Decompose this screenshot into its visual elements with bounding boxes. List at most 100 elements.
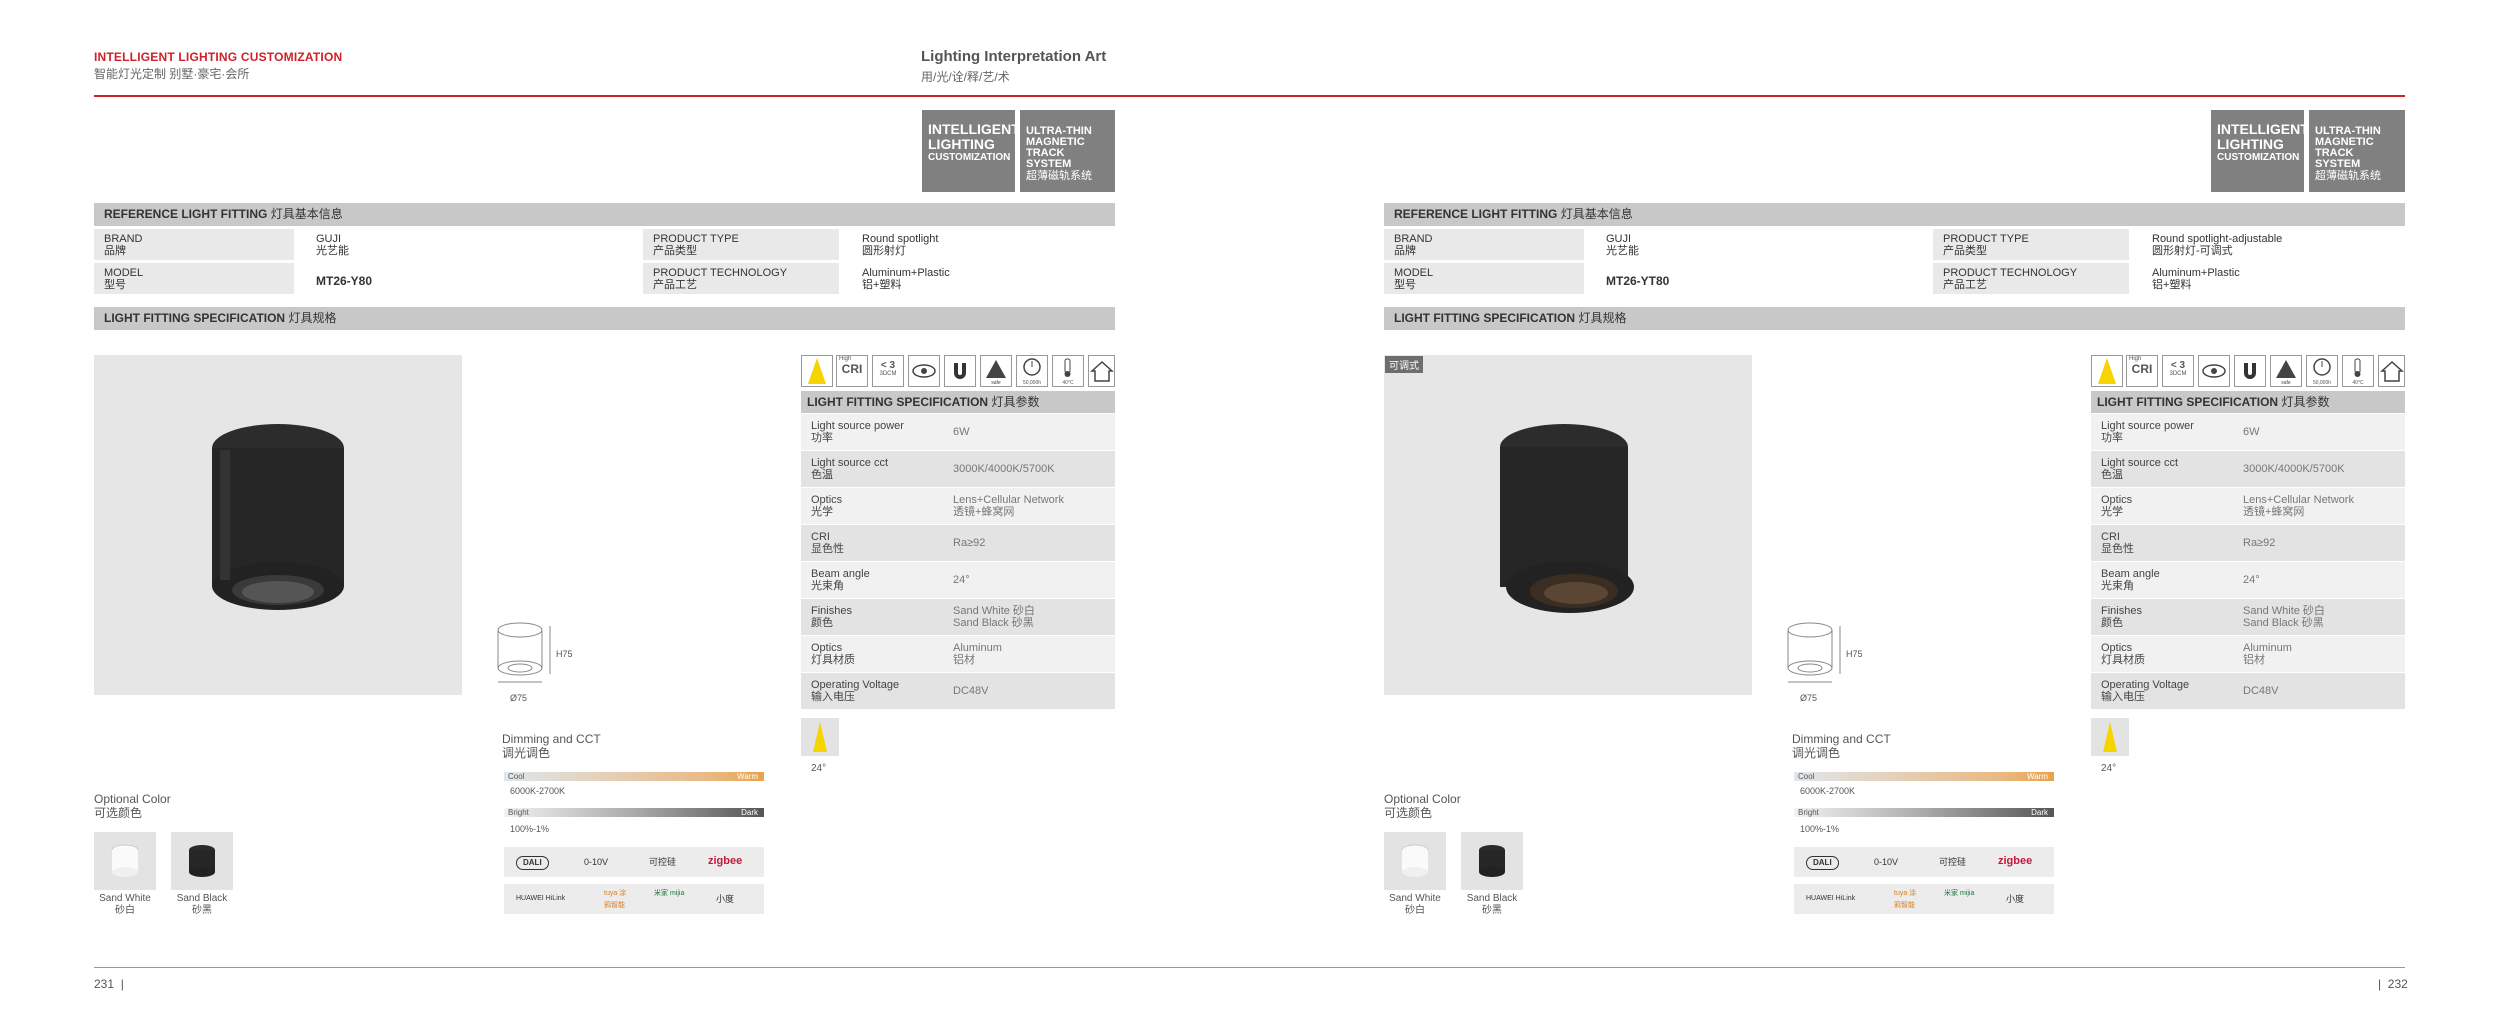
page-number-right: | 232: [2378, 977, 2408, 991]
model-label: MODEL 型号: [94, 263, 294, 294]
spec-row: Optics 灯具材质 Aluminum 铝材: [801, 636, 1115, 672]
dim-height-label: H75: [1846, 649, 1863, 659]
dim-range: 100%-1%: [1800, 824, 1840, 834]
cct-range: 6000K-2700K: [510, 786, 566, 796]
spec-row: Light source cct 色温 3000K/4000K/5700K: [801, 451, 1115, 487]
beam-icon: [801, 355, 833, 387]
lifetime-icon: 50,000h: [1016, 355, 1048, 387]
dimension-drawing: [1787, 622, 1841, 683]
spec-row: Finishes 颜色 Sand White 砂白 Sand Black 砂黑: [2091, 599, 2405, 635]
page-number-left: 231 |: [94, 977, 124, 991]
header-brand-subtitle: 智能灯光定制 别墅·豪宅·会所: [94, 67, 250, 81]
brightness-gradient-bar: Bright Dark: [504, 808, 764, 817]
header-center-subtitle: 用/光/诠/释/艺/术: [921, 70, 1010, 84]
spec-table-right: Light source power 功率 6W Light source cct…: [2091, 414, 2405, 710]
eye-icon: [908, 355, 940, 387]
ugr-icon: < 3 3DCM: [2162, 355, 2194, 387]
spec-row: Finishes 颜色 Sand White 砂白 Sand Black 砂黑: [801, 599, 1115, 635]
model-value: MT26-Y80: [316, 274, 373, 288]
temperature-icon: 40°C: [2342, 355, 2374, 387]
footer-rule: [94, 967, 2405, 968]
spec-table-title: LIGHT FITTING SPECIFICATION 灯具参数: [2091, 391, 2405, 413]
black-spotlight-image: [212, 424, 344, 610]
sand-white-swatch: [94, 832, 156, 890]
cct-gradient-bar: Cool Warm: [504, 772, 764, 781]
beam-angle-icon: [2091, 718, 2129, 756]
sand-black-swatch: [171, 832, 233, 890]
product-type-label: PRODUCT TYPE 产品类型: [643, 229, 839, 260]
protocol-logos: DALI 0-10V 可控硅 zigbee: [1794, 847, 2054, 877]
cct-range: 6000K-2700K: [1800, 786, 1856, 796]
product-tech-value: Aluminum+Plastic 铝+塑料: [862, 267, 950, 291]
brand-value: GUJI 光艺能: [1606, 233, 1639, 257]
optional-color-title: Optional Color 可选颜色: [1384, 792, 1461, 820]
spec-row: CRI 显色性 Ra≥92: [801, 525, 1115, 561]
sand-black-label: Sand Black 砂黑: [176, 893, 228, 916]
spec-section-bar: LIGHT FITTING SPECIFICATION 灯具规格: [1384, 307, 2405, 330]
dim-height-label: H75: [556, 649, 573, 659]
beam-angle-label: 24°: [2101, 763, 2117, 774]
beam-icon: [2091, 355, 2123, 387]
brand-label: BRAND 品牌: [1384, 229, 1584, 260]
spec-row: Light source power 功率 6W: [2091, 414, 2405, 450]
header-center-title: Lighting Interpretation Art: [921, 48, 1107, 65]
header-red-rule: [94, 95, 2405, 97]
spec-table-left: Light source power 功率 6W Light source cct…: [801, 414, 1115, 710]
spec-row: Optics 光学 Lens+Cellular Network 透镜+蜂窝网: [801, 488, 1115, 524]
magnet-icon: [944, 355, 976, 387]
model-value: MT26-YT80: [1606, 274, 1670, 288]
spec-row: Beam angle 光束角 24°: [2091, 562, 2405, 598]
spec-row: Light source power 功率 6W: [801, 414, 1115, 450]
lifetime-icon: 50,000h: [2306, 355, 2338, 387]
dimming-title: Dimming and CCT 调光调色: [502, 732, 601, 760]
spec-row: Optics 光学 Lens+Cellular Network 透镜+蜂窝网: [2091, 488, 2405, 524]
cri-icon: High CRI: [836, 355, 868, 387]
product-tech-label: PRODUCT TECHNOLOGY 产品工艺: [643, 263, 839, 294]
spec-row: Light source cct 色温 3000K/4000K/5700K: [2091, 451, 2405, 487]
magnet-icon: [2234, 355, 2266, 387]
reference-section-bar: REFERENCE LIGHT FITTING 灯具基本信息: [94, 203, 1115, 226]
eye-icon: [2198, 355, 2230, 387]
dim-range: 100%-1%: [510, 824, 550, 834]
header-brand-title: INTELLIGENT LIGHTING CUSTOMIZATION: [94, 50, 343, 64]
product-type-value: Round spotlight-adjustable 圆形射灯-可调式: [2152, 233, 2283, 257]
product-photo: [1384, 355, 1752, 695]
spec-section-bar: LIGHT FITTING SPECIFICATION 灯具规格: [94, 307, 1115, 330]
cri-icon: High CRI: [2126, 355, 2158, 387]
svg-text:safe: safe: [2281, 380, 2291, 386]
optional-color-title: Optional Color 可选颜色: [94, 792, 171, 820]
safe-icon: safe: [980, 355, 1012, 387]
spec-row: Beam angle 光束角 24°: [801, 562, 1115, 598]
product-tech-label: PRODUCT TECHNOLOGY 产品工艺: [1933, 263, 2129, 294]
model-label: MODEL 型号: [1384, 263, 1584, 294]
adjustable-tag: 可调式: [1385, 356, 1423, 373]
platform-logos: HUAWEI HiLink tuya 涂鸦智能 米家 mijia 小度: [504, 884, 764, 914]
ugr-icon: < 3 3DCM: [872, 355, 904, 387]
sand-white-label: Sand White 砂白: [99, 893, 151, 916]
spec-row: CRI 显色性 Ra≥92: [2091, 525, 2405, 561]
product-type-label: PRODUCT TYPE 产品类型: [1933, 229, 2129, 260]
cct-gradient-bar: Cool Warm: [1794, 772, 2054, 781]
track-system-badge: ULTRA-THIN MAGNETIC TRACK SYSTEM 超薄磁轨系统: [1020, 110, 1115, 192]
product-type-value: Round spotlight 圆形射灯: [862, 233, 939, 257]
spec-table-title: LIGHT FITTING SPECIFICATION 灯具参数: [801, 391, 1115, 413]
spec-row: Operating Voltage 输入电压 DC48V: [801, 673, 1115, 709]
protocol-logos: DALI 0-10V 可控硅 zigbee: [504, 847, 764, 877]
spec-row: Operating Voltage 输入电压 DC48V: [2091, 673, 2405, 709]
safe-icon: safe: [2270, 355, 2302, 387]
product-photo: [94, 355, 462, 695]
product-tech-value: Aluminum+Plastic 铝+塑料: [2152, 267, 2240, 291]
sand-white-label: Sand White 砂白: [1389, 893, 1441, 916]
indoor-house-icon: [1088, 355, 1115, 387]
platform-logos: HUAWEI HiLink tuya 涂鸦智能 米家 mijia 小度: [1794, 884, 2054, 914]
temperature-icon: 40°C: [1052, 355, 1084, 387]
dimension-drawing: [497, 622, 551, 683]
dim-diameter-label: Ø75: [510, 693, 528, 703]
reference-section-bar: REFERENCE LIGHT FITTING 灯具基本信息: [1384, 203, 2405, 226]
intelligent-badge: INTELLIGENT LIGHTING CUSTOMIZATION: [922, 110, 1020, 192]
beam-angle-label: 24°: [811, 763, 827, 774]
intelligent-badge: INTELLIGENT LIGHTING CUSTOMIZATION: [2211, 110, 2309, 192]
spec-row: Optics 灯具材质 Aluminum 铝材: [2091, 636, 2405, 672]
sand-white-swatch: [1384, 832, 1446, 890]
adjustable-spotlight-image: [1500, 424, 1634, 613]
